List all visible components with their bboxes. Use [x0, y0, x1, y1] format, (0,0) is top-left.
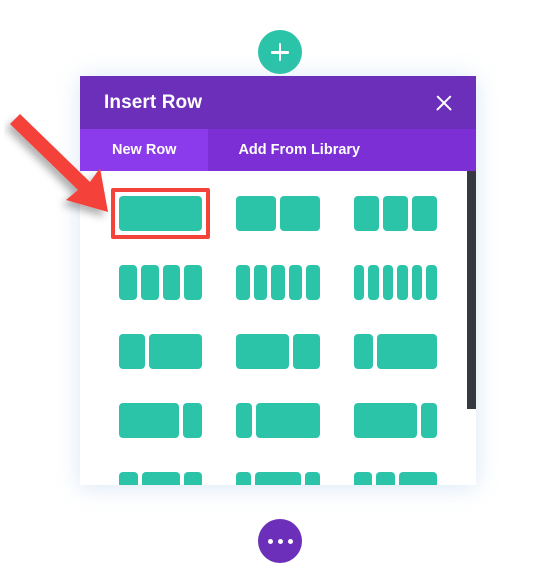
layout-column	[183, 472, 203, 485]
layout-column	[368, 265, 379, 300]
layout-column	[353, 196, 379, 231]
layout-column	[399, 472, 437, 485]
layout-option-11[interactable]	[228, 395, 327, 446]
layout-column	[182, 403, 203, 438]
layout-option-cell	[337, 257, 454, 326]
layout-column	[377, 334, 437, 369]
layout-option-7[interactable]	[111, 326, 210, 377]
layout-option-cell	[337, 395, 454, 464]
layout-column	[411, 265, 423, 300]
layout-option-12[interactable]	[346, 395, 445, 446]
layout-column	[162, 265, 181, 300]
layout-column	[304, 472, 320, 485]
layout-option-cell	[219, 326, 336, 395]
insert-row-modal: Insert Row New Row Add From Library	[80, 76, 476, 485]
layout-column	[119, 265, 137, 300]
layout-option-cell	[219, 257, 336, 326]
layout-option-cell	[219, 464, 336, 485]
layout-column	[353, 472, 373, 485]
layout-column	[184, 265, 203, 300]
layout-column	[236, 196, 276, 231]
scrollbar-thumb[interactable]	[467, 171, 476, 409]
layout-column	[382, 265, 394, 300]
layout-column	[353, 265, 365, 300]
layout-option-cell	[102, 464, 219, 485]
layout-option-1[interactable]	[111, 188, 211, 239]
layout-option-5[interactable]	[228, 257, 327, 308]
layout-column	[306, 265, 320, 300]
layout-column	[353, 334, 374, 369]
layout-column	[411, 196, 437, 231]
add-row-button[interactable]	[258, 30, 302, 74]
layout-column	[421, 403, 437, 438]
layout-option-4[interactable]	[111, 257, 210, 308]
layout-column	[271, 265, 285, 300]
layout-option-2[interactable]	[228, 188, 327, 239]
close-icon[interactable]	[432, 91, 456, 115]
layout-column	[119, 403, 179, 438]
layout-option-9[interactable]	[346, 326, 445, 377]
ellipsis-icon-dot-1	[267, 538, 273, 544]
plus-icon-vertical	[278, 43, 282, 61]
layout-column	[280, 196, 320, 231]
layout-option-cell	[102, 257, 219, 326]
layout-option-6[interactable]	[346, 257, 445, 308]
layout-option-14[interactable]	[228, 464, 327, 485]
layout-option-8[interactable]	[228, 326, 327, 377]
layout-column	[256, 403, 320, 438]
layout-column	[236, 472, 252, 485]
layout-column	[119, 334, 146, 369]
ellipsis-icon-dot-3	[287, 538, 293, 544]
modal-tabs: New Row Add From Library	[80, 129, 476, 171]
layout-grid	[80, 171, 476, 485]
layout-column	[255, 472, 301, 485]
tab-new-row[interactable]: New Row	[80, 129, 209, 171]
layout-option-cell	[337, 188, 454, 257]
layout-column	[382, 196, 408, 231]
layout-column	[236, 403, 253, 438]
layout-column	[397, 265, 408, 300]
modal-header: Insert Row	[80, 76, 476, 129]
layout-option-cell	[102, 326, 219, 395]
layout-option-3[interactable]	[346, 188, 445, 239]
layout-option-10[interactable]	[111, 395, 210, 446]
layout-column	[140, 265, 159, 300]
page-title: Insert Row	[104, 91, 203, 113]
layout-column	[149, 334, 203, 369]
row-settings-button[interactable]	[258, 519, 302, 563]
ellipsis-icon-dot-2	[277, 538, 283, 544]
layout-column	[376, 472, 396, 485]
layout-option-cell	[102, 188, 219, 257]
layout-options-panel	[80, 171, 476, 485]
layout-column	[236, 265, 250, 300]
tab-add-from-library[interactable]: Add From Library	[208, 129, 390, 171]
layout-column	[141, 472, 180, 485]
layout-option-cell	[219, 395, 336, 464]
layout-option-cell	[337, 464, 454, 485]
layout-column	[236, 334, 290, 369]
layout-column	[293, 334, 320, 369]
scrollbar-track[interactable]	[467, 171, 476, 485]
layout-option-15[interactable]	[346, 464, 445, 485]
layout-column	[353, 403, 418, 438]
layout-option-13[interactable]	[111, 464, 210, 485]
layout-option-cell	[219, 188, 336, 257]
layout-column	[426, 265, 438, 300]
layout-column	[253, 265, 268, 300]
layout-option-cell	[337, 326, 454, 395]
layout-option-cell	[102, 395, 219, 464]
layout-column	[119, 196, 203, 231]
layout-column	[288, 265, 303, 300]
layout-column	[119, 472, 138, 485]
